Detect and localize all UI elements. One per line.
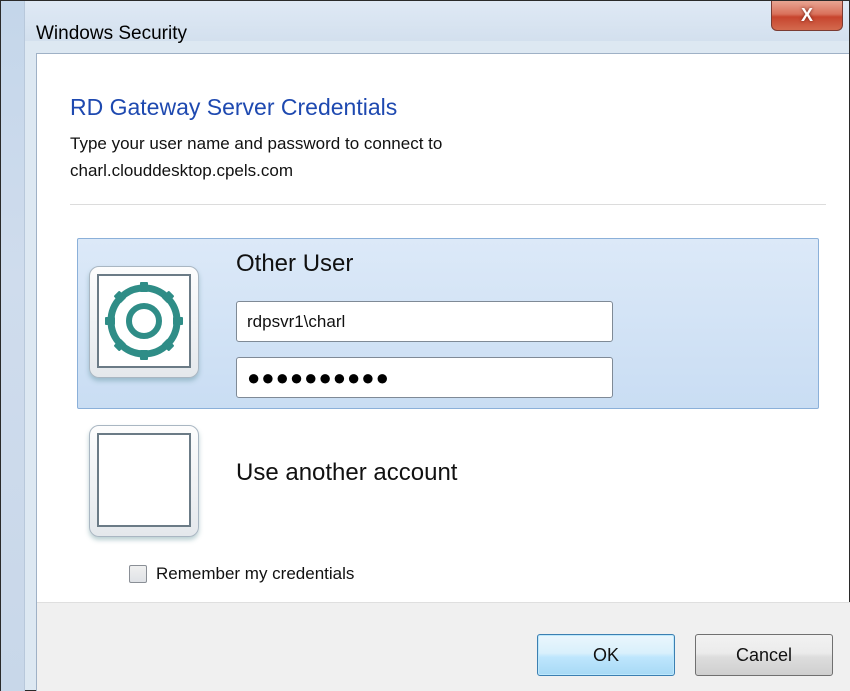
- window-title: Windows Security: [36, 23, 187, 44]
- background-window-strip: [1, 1, 25, 691]
- tile-frame: [97, 274, 191, 368]
- dialog-description-line1: Type your user name and password to conn…: [70, 134, 443, 153]
- remember-credentials-option[interactable]: Remember my credentials: [129, 564, 354, 584]
- close-button[interactable]: X: [771, 1, 843, 31]
- other-user-tile-image[interactable]: [89, 266, 199, 378]
- username-input[interactable]: rdpsvr1\charl: [236, 301, 613, 342]
- dialog-content: RD Gateway Server Credentials Type your …: [36, 53, 850, 691]
- separator: [70, 204, 826, 205]
- other-user-label: Other User: [236, 250, 354, 277]
- remember-credentials-label[interactable]: Remember my credentials: [156, 564, 354, 584]
- dialog-description-server: charl.clouddesktop.cpels.com: [70, 161, 294, 180]
- windows-security-dialog: Windows Security X RD Gateway Server Cre…: [0, 0, 850, 691]
- settings-gear-icon: [105, 282, 183, 360]
- blank-user-tile: [97, 433, 191, 527]
- use-another-account-tile[interactable]: [89, 425, 199, 537]
- ok-button[interactable]: OK: [537, 634, 675, 676]
- remember-credentials-checkbox[interactable]: [129, 565, 147, 583]
- use-another-account-label[interactable]: Use another account: [236, 459, 457, 487]
- dialog-heading: RD Gateway Server Credentials: [70, 94, 398, 120]
- password-input[interactable]: ●●●●●●●●●●: [236, 357, 613, 398]
- cancel-button[interactable]: Cancel: [695, 634, 833, 676]
